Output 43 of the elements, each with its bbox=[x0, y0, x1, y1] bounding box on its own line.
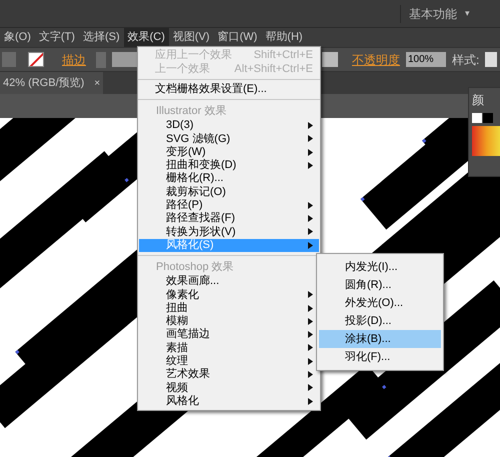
menu-item[interactable]: 投影(D)... bbox=[319, 312, 441, 330]
document-tab[interactable]: 42% (RGB/预览) × bbox=[0, 72, 104, 94]
opacity-field[interactable]: 100% bbox=[406, 52, 446, 67]
menu-item[interactable]: 像素化 bbox=[139, 288, 319, 302]
menu-item[interactable]: 路径查找器(F) bbox=[139, 212, 319, 226]
menu-item[interactable]: 羽化(F)... bbox=[319, 348, 441, 366]
menu-item[interactable]: 外发光(O)... bbox=[319, 294, 441, 312]
menu-item[interactable]: 视图(V) bbox=[168, 28, 214, 47]
menu-item[interactable]: 转换为形状(V) bbox=[139, 225, 319, 239]
stroke-label[interactable]: 描边 bbox=[62, 50, 86, 68]
menu-item[interactable]: 模糊 bbox=[139, 314, 319, 328]
menu-item[interactable]: 纹理 bbox=[139, 354, 319, 368]
menu-item[interactable]: 栅格化(R)... bbox=[139, 172, 319, 186]
menu-item[interactable]: 文档栅格效果设置(E)... bbox=[139, 82, 319, 96]
menu-item[interactable]: 扭曲 bbox=[139, 301, 319, 315]
menu-item[interactable]: 效果画廊... bbox=[139, 274, 319, 288]
menu-item[interactable]: 路径(P) bbox=[139, 198, 319, 212]
menu-item[interactable]: 3D(3) bbox=[139, 118, 319, 132]
menu-item[interactable]: 风格化 bbox=[139, 394, 319, 408]
menu-item[interactable]: 选择(S) bbox=[78, 28, 124, 47]
menu-item[interactable]: 扭曲和变换(D) bbox=[139, 158, 319, 172]
style-label: 样式: bbox=[452, 52, 480, 68]
menu-item[interactable]: 变形(W) bbox=[139, 145, 319, 159]
opacity-label[interactable]: 不透明度 bbox=[352, 50, 400, 68]
menu-item[interactable]: 文字(T) bbox=[34, 28, 79, 47]
panel-title: 颜 bbox=[472, 92, 485, 109]
menu-item[interactable]: 艺术效果 bbox=[139, 368, 319, 382]
menu-item[interactable]: 视频 bbox=[139, 381, 319, 395]
menu-item[interactable]: 画笔描边 bbox=[139, 328, 319, 342]
menu-item[interactable]: SVG 滤镜(G) bbox=[139, 132, 319, 146]
menu-item[interactable]: 涂抹(B)... bbox=[319, 330, 441, 348]
menu-item[interactable]: 象(O) bbox=[0, 28, 35, 47]
menu-item[interactable]: 帮助(H) bbox=[261, 28, 307, 47]
menu-item[interactable]: 圆角(R)... bbox=[319, 276, 441, 294]
menu-item[interactable]: 效果(C) bbox=[124, 28, 169, 47]
menu-section-header: Photoshop 效果 bbox=[155, 260, 235, 274]
menu-item[interactable]: 内发光(I)... bbox=[319, 258, 441, 276]
menu-item[interactable]: 裁剪标记(O) bbox=[139, 185, 319, 199]
close-icon[interactable]: × bbox=[94, 76, 100, 90]
menu-item[interactable]: 窗口(W) bbox=[214, 28, 262, 47]
menu-section-header: Illustrator 效果 bbox=[155, 104, 228, 119]
workspace-switcher[interactable]: 基本功能 ▾ bbox=[400, 4, 470, 22]
menu-item[interactable]: 素描 bbox=[139, 341, 319, 355]
